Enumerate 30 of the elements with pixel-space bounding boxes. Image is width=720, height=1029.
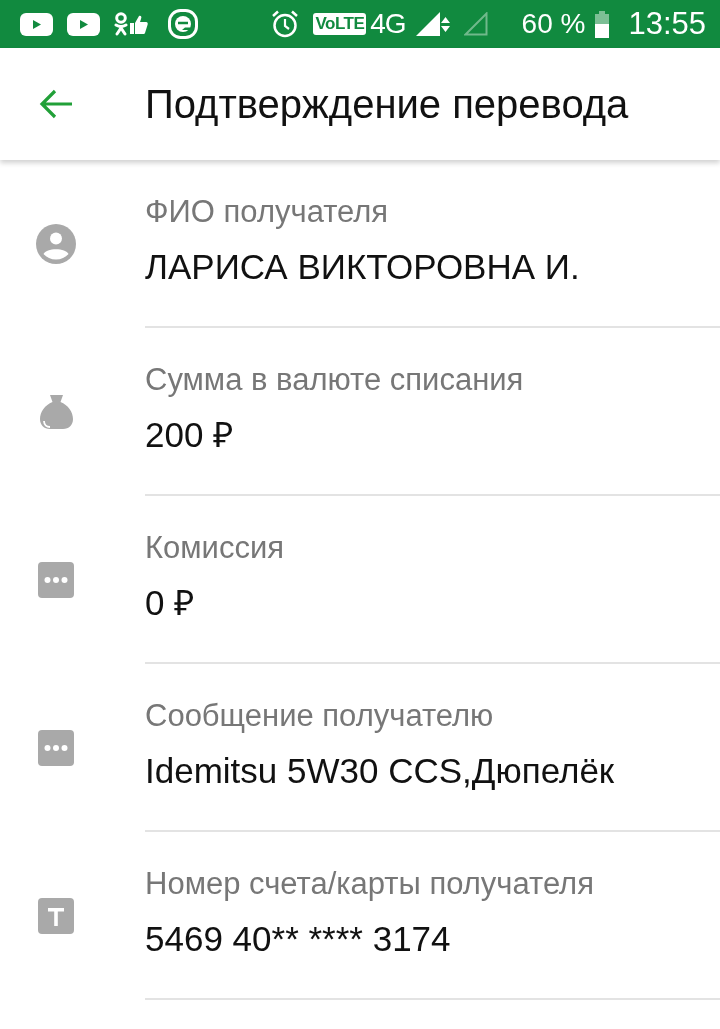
- network-type: 4G: [370, 8, 406, 40]
- field-value: 5469 40** **** 3174: [145, 918, 452, 960]
- field-value: 200 ₽: [145, 414, 235, 456]
- signal-icon: [415, 12, 450, 36]
- battery-percent: 60 %: [521, 8, 586, 40]
- more-dots-icon: [38, 730, 74, 766]
- alarm-clock-icon: [271, 10, 300, 38]
- clock-time: 13:55: [628, 6, 706, 42]
- person-icon: [36, 224, 76, 264]
- empty-signal-icon: [463, 12, 488, 36]
- money-bag-icon: [39, 395, 73, 429]
- field-label: Сумма в валюте списания: [145, 362, 525, 398]
- field-value: Idemitsu 5W30 CCS,Дюпелёк: [145, 750, 616, 792]
- back-arrow-icon: [39, 89, 73, 119]
- field-value: ЛАРИСА ВИКТОРОВНА И.: [145, 246, 581, 288]
- field-label: Сообщение получателю: [145, 698, 495, 734]
- video-play-icon: [67, 12, 100, 36]
- more-dots-icon: [38, 562, 74, 598]
- video-play-icon: [20, 12, 53, 36]
- letter-ring-icon: [168, 9, 198, 39]
- field-label: ФИО получателя: [145, 194, 390, 230]
- text-tile-icon: [38, 898, 74, 934]
- field-label: Комиссия: [145, 530, 286, 566]
- volte-badge: VoLTE: [313, 13, 367, 35]
- battery-icon: [595, 10, 610, 38]
- field-value: 0 ₽: [145, 582, 196, 624]
- field-label: Номер счета/карты получателя: [145, 866, 595, 902]
- social-logo-icon: [114, 12, 128, 36]
- thumbs-up-icon: [130, 14, 148, 34]
- screen-title: Подтверждение перевода: [145, 81, 629, 127]
